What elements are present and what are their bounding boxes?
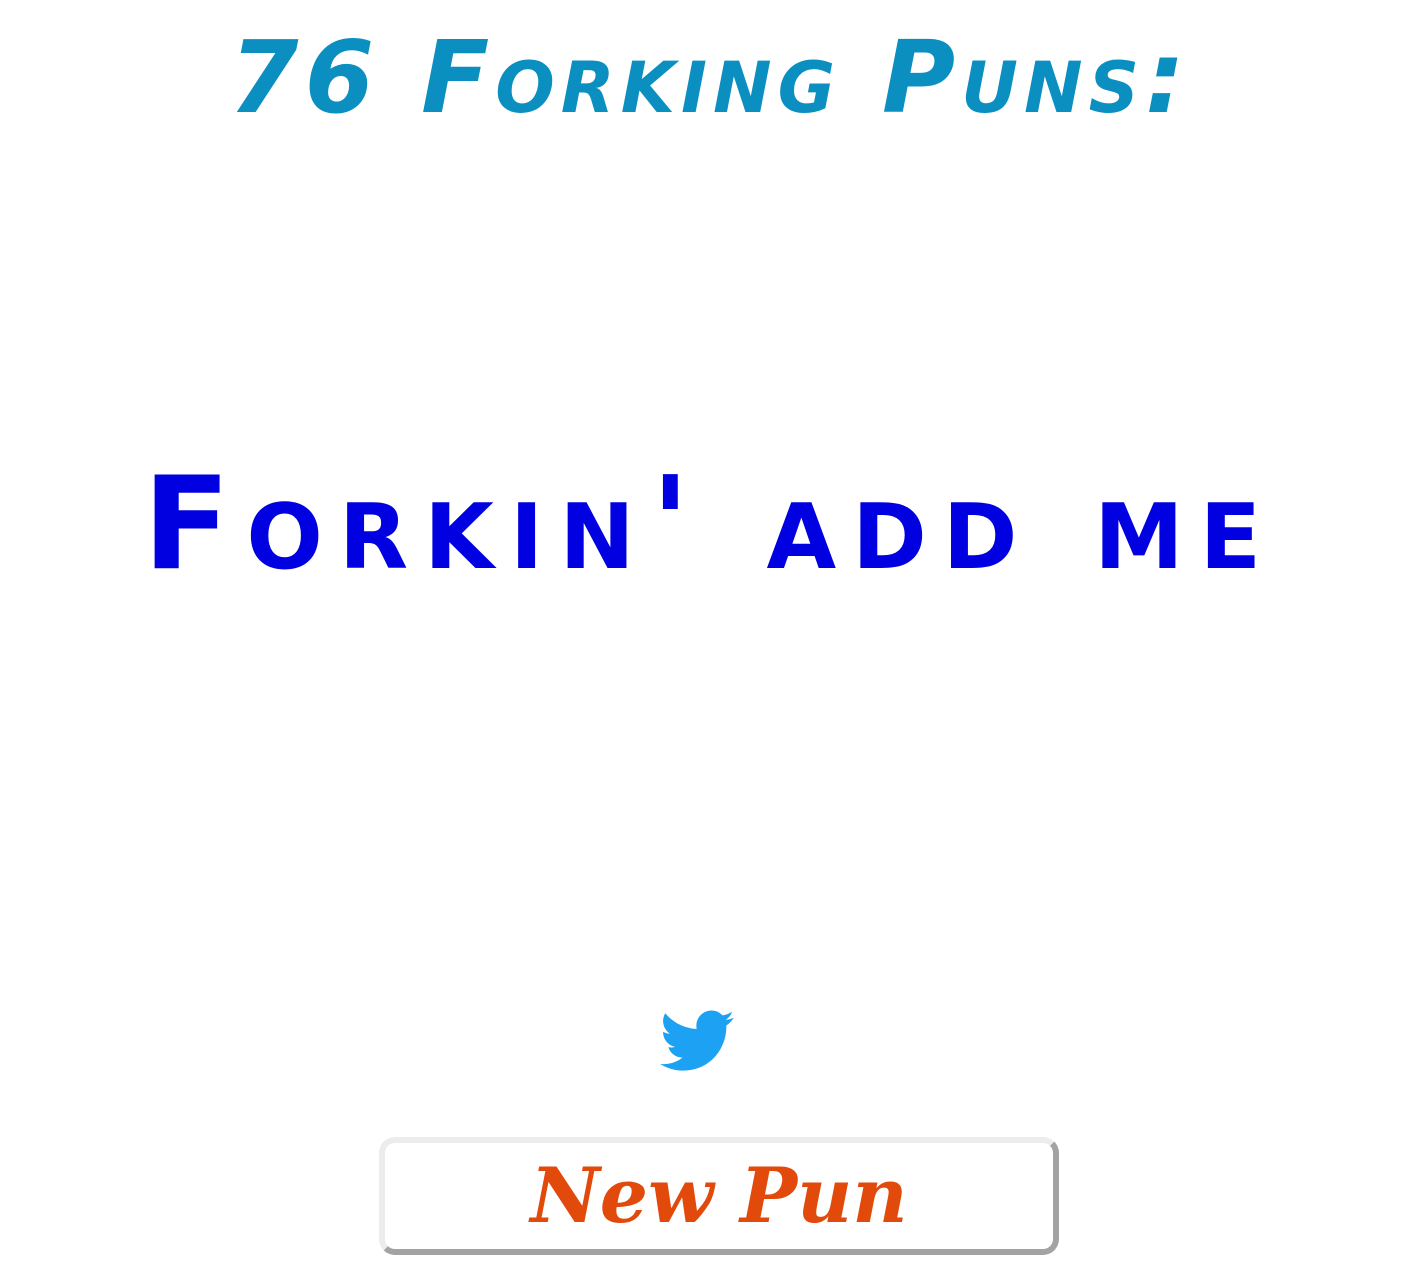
pun-text: Forkin' add me [142, 450, 1278, 599]
page-title: 76 Forking Puns: [229, 19, 1191, 136]
new-pun-button[interactable]: New Pun [379, 1137, 1059, 1255]
twitter-bird-icon [660, 1010, 734, 1072]
tweet-pun-link[interactable] [660, 1010, 734, 1072]
